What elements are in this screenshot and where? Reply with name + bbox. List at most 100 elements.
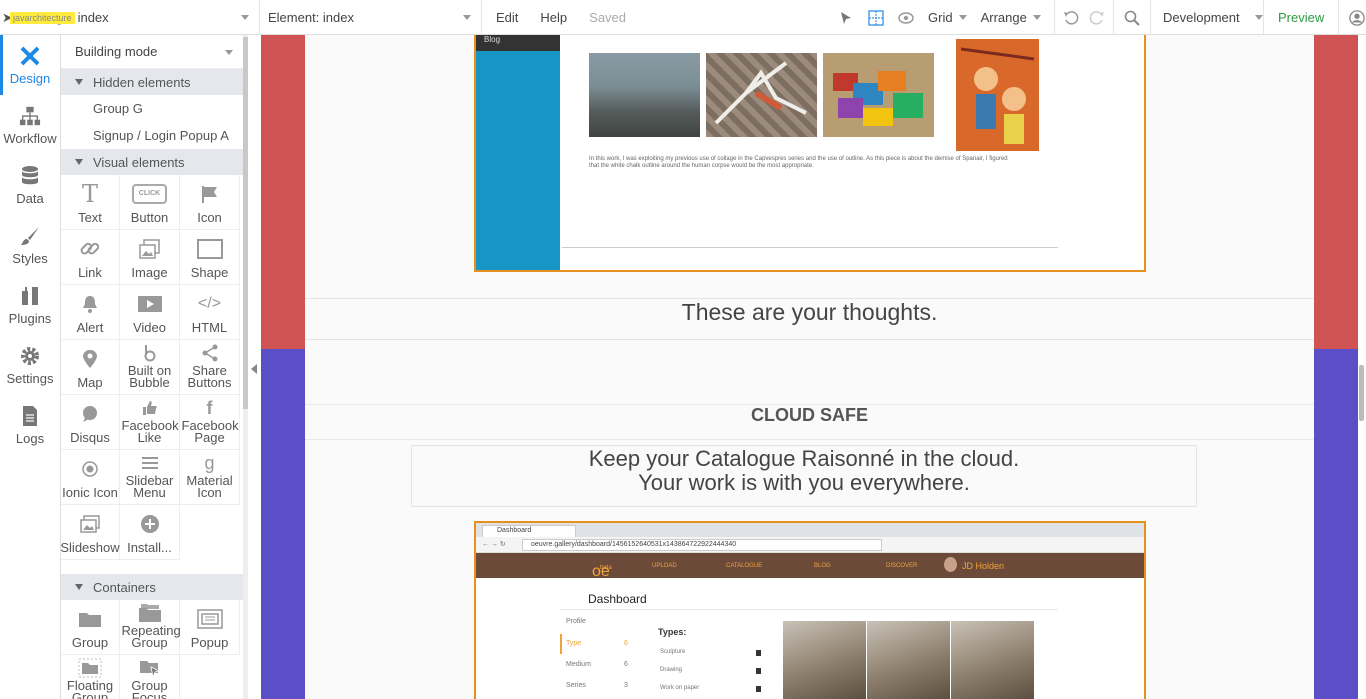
artwork-caption: In this work, I was exploiting my previo… [589,156,1008,169]
nav-styles[interactable]: Styles [0,215,60,275]
palette-slideshow[interactable]: Slideshow [61,505,120,560]
building-mode-dropdown[interactable]: Building mode [61,35,243,69]
palette-share-buttons[interactable]: Share Buttons [180,340,240,395]
nav-label: Workflow [3,130,57,146]
element-selector[interactable]: Element: index [260,0,482,35]
palette-icon[interactable]: Icon [180,175,240,230]
account-icon[interactable] [1349,9,1366,26]
search-icon[interactable] [1124,10,1140,26]
side-series: Series [566,682,586,689]
logo-sub: beta [600,565,612,571]
containers-grid: Group Repeating Group Popup Floating Gro… [61,600,243,699]
blog-screenshot-image[interactable]: Blog In this work, I was exploiting my p… [474,35,1146,272]
user-tag: javarchitecture [10,11,75,24]
section-label: Containers [93,579,156,595]
nav-data[interactable]: Data [0,155,60,215]
palette-video[interactable]: Video [120,285,180,340]
nav-settings[interactable]: Settings [0,335,60,395]
palette-text[interactable]: T Text [61,175,120,230]
view-tools: Grid Arrange [838,0,1041,35]
hidden-item-group-g[interactable]: Group G [61,95,243,122]
palette-alert[interactable]: Alert [61,285,120,340]
preview-button[interactable]: Preview [1278,10,1324,25]
design-canvas[interactable]: Blog In this work, I was exploiting my p… [261,35,1358,699]
palette-material-icon[interactable]: g Material Icon [180,450,240,505]
palette-group-focus[interactable]: Group Focus [120,655,180,699]
workflow-icon [19,105,41,127]
palette-label: Repeating Group [121,623,181,650]
side-profile: Profile [566,618,586,625]
tab-title: Dashboard [497,527,532,534]
palette-label: Map [77,375,103,390]
palette-built-on-bubble[interactable]: Built on Bubble [120,340,180,395]
palette-floating-group[interactable]: Floating Group [61,655,120,699]
top-toolbar: ➤ javarchitecture Page: index Element: i… [0,0,1366,35]
brush-icon [19,225,41,247]
element-label: Element: index [268,9,354,25]
palette-facebook-like[interactable]: Facebook Like [120,395,180,450]
arrange-dropdown[interactable]: Arrange [981,10,1041,25]
palette-label: Video [132,320,166,335]
dashboard-screenshot-image[interactable]: Dashboard ← → ↻ oeuvre.gallery/dashboard… [474,521,1146,699]
palette-button[interactable]: CLICK Button [120,175,180,230]
cloud-description-text[interactable]: Keep your Catalogue Raisonné in the clou… [411,445,1197,507]
palette-group[interactable]: Group [61,600,120,655]
grid-toggle-icon[interactable] [868,9,884,26]
page-content[interactable]: Blog In this work, I was exploiting my p… [305,35,1314,699]
nav-workflow[interactable]: Workflow [0,95,60,155]
palette-link[interactable]: Link [61,230,120,285]
collapse-panel-icon[interactable] [251,364,257,374]
nav-label: Settings [6,370,54,386]
select-cursor-icon[interactable] [838,10,854,26]
palette-shape[interactable]: Shape [180,230,240,285]
facebook-icon: f [206,397,213,418]
environment-dropdown[interactable]: Development [1163,10,1263,25]
user-name: JD Holden [962,561,1005,571]
palette-install[interactable]: Install... [120,505,180,560]
divider [1054,0,1055,35]
redo-icon[interactable] [1089,10,1105,26]
palette-label: Ionic Icon [62,485,118,500]
palette-map[interactable]: Map [61,340,120,395]
hidden-elements-section[interactable]: Hidden elements [61,69,243,95]
palette-html[interactable]: </> HTML [180,285,240,340]
cloud-safe-heading[interactable]: CLOUD SAFE [305,404,1314,440]
palette-slidebar-menu[interactable]: Slidebar Menu [120,450,180,505]
menu-help[interactable]: Help [540,10,567,25]
scrollbar-thumb[interactable] [1359,365,1364,421]
containers-section[interactable]: Containers [61,574,243,600]
code-icon: </> [197,294,222,312]
palette-ionic-icon[interactable]: Ionic Icon [61,450,120,505]
palette-label: Icon [197,210,222,225]
nav-label: Data [16,190,44,206]
browser-tab-strip: Dashboard [476,523,1144,537]
grid-dropdown[interactable]: Grid [928,10,967,25]
undo-icon[interactable] [1063,10,1079,26]
palette-label: Facebook Like [121,418,179,445]
sculpture-photo-1 [783,621,866,699]
palette-scrollbar[interactable] [243,35,248,699]
building-mode-label: Building mode [75,44,158,59]
share-icon [201,340,219,365]
side-series-count: 3 [624,682,628,689]
palette-repeating-group[interactable]: Repeating Group [120,600,181,655]
palette-image[interactable]: Image [120,230,180,285]
material-icon: g [204,452,215,473]
trash-icon [756,668,761,674]
canvas-scrollbar[interactable] [1358,35,1366,699]
repeating-group-icon [138,600,162,625]
scrollbar-thumb[interactable] [243,37,248,409]
palette-popup[interactable]: Popup [180,600,240,655]
menu-edit[interactable]: Edit [496,10,518,25]
thoughts-text[interactable]: These are your thoughts. [305,298,1314,340]
nav-plugins[interactable]: Plugins [0,275,60,335]
nav-design[interactable]: Design [0,35,60,95]
eye-icon[interactable] [898,10,914,26]
nav-logs[interactable]: Logs [0,395,60,455]
hidden-item-signup-popup[interactable]: Signup / Login Popup A [61,122,243,149]
visual-elements-section[interactable]: Visual elements [61,149,243,175]
plugin-icon [19,285,41,307]
palette-facebook-page[interactable]: f Facebook Page [180,395,240,450]
page-selector[interactable]: ➤ javarchitecture Page: index [0,0,260,35]
palette-disqus[interactable]: Disqus [61,395,120,450]
